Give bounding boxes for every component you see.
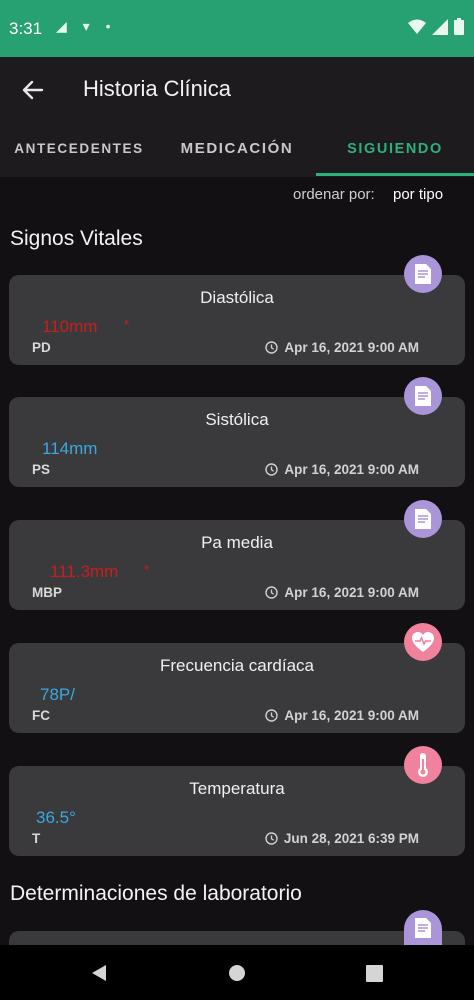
nav-recents-button[interactable]: [360, 959, 388, 987]
nav-back-button[interactable]: [85, 959, 113, 987]
tab-antecedentes[interactable]: ANTECEDENTES: [0, 123, 158, 177]
vital-card-temperature[interactable]: Temperatura 36.5° T Jun 28, 2021 6:39 PM: [9, 766, 465, 856]
card-code: FC: [32, 708, 50, 723]
alert-mark: *: [124, 317, 130, 332]
clock-icon: [265, 832, 278, 845]
signal-icon: [432, 18, 448, 35]
card-date: Apr 16, 2021 9:00 AM: [265, 708, 419, 723]
card-title: Temperatura: [189, 779, 285, 798]
vital-card-diastolic[interactable]: Diastólica 110mm * PD Apr 16, 2021 9:00 …: [9, 275, 465, 365]
card-value: 111.3mm: [50, 562, 119, 581]
card-code: PD: [32, 340, 51, 355]
clock-icon: [265, 586, 279, 599]
triangle-back-icon: [92, 965, 106, 981]
document-icon-badge[interactable]: [404, 910, 442, 945]
tab-medicacion[interactable]: MEDICACIÓN: [158, 123, 316, 177]
vital-card-mean-pressure[interactable]: Pa media 111.3mm * MBP Apr 16, 2021 9:00…: [9, 520, 465, 610]
tab-indicator: [316, 173, 474, 176]
page-title: Historia Clínica: [83, 76, 231, 101]
arrow-back-icon: [22, 80, 44, 100]
sort-row: ordenar por: por tipo: [0, 177, 474, 215]
status-notification-icons: ◢ ▾ •: [56, 18, 117, 34]
card-code: PS: [32, 462, 51, 477]
card-value: 78P/: [40, 685, 75, 704]
vital-card-systolic[interactable]: Sistólica 114mm PS Apr 16, 2021 9:00 AM: [9, 397, 465, 487]
card-date-text: Apr 16, 2021 9:00 AM: [284, 462, 419, 477]
nav-home-button[interactable]: [223, 959, 251, 987]
card-value: 110mm: [42, 317, 98, 336]
section-title-vitals: Signos Vitales: [10, 227, 143, 250]
thermometer-icon: [418, 753, 428, 777]
tab-bar: ANTECEDENTES MEDICACIÓN SIGUIENDO: [0, 123, 474, 177]
document-icon-badge[interactable]: [404, 377, 442, 415]
document-icon: [415, 264, 431, 284]
heart-pulse-icon-badge[interactable]: [404, 623, 442, 661]
document-icon: [415, 509, 431, 529]
status-system-icons: [408, 18, 464, 35]
card-title: Pa media: [201, 533, 273, 552]
card-date: Apr 16, 2021 9:00 AM: [265, 340, 419, 355]
card-date-text: Apr 16, 2021 9:00 AM: [284, 708, 419, 723]
wifi-icon: [408, 19, 426, 34]
system-nav-bar: [0, 945, 474, 1000]
document-icon-badge[interactable]: [404, 500, 442, 538]
square-recents-icon: [365, 964, 383, 982]
sort-label: ordenar por:: [293, 186, 375, 203]
back-button[interactable]: [18, 75, 48, 105]
status-time: 3:31: [9, 19, 43, 38]
battery-icon: [454, 18, 464, 35]
section-title-lab: Determinaciones de laboratorio: [10, 882, 302, 905]
card-title: Frecuencia cardíaca: [159, 656, 315, 675]
heart-pulse-icon: [412, 632, 434, 652]
card-date: Apr 16, 2021 9:00 AM: [265, 462, 419, 477]
sort-selector[interactable]: por tipo: [393, 186, 443, 203]
card-code: MBP: [32, 585, 62, 600]
clock-icon: [265, 463, 279, 476]
card-title: Sistólica: [205, 410, 269, 429]
card-date: Apr 16, 2021 9:00 AM: [265, 585, 419, 600]
card-value: 114mm: [42, 439, 98, 458]
clock-icon: [265, 341, 279, 354]
status-bar: 3:31 ◢ ▾ •: [0, 0, 474, 57]
card-date-text: Jun 28, 2021 6:39 PM: [283, 831, 419, 846]
card-title: Diastólica: [200, 288, 274, 307]
clock-icon: [265, 709, 279, 722]
app-bar: Historia Clínica: [0, 57, 474, 123]
document-icon-badge[interactable]: [404, 255, 442, 293]
alert-mark: *: [144, 562, 150, 577]
card-date-text: Apr 16, 2021 9:00 AM: [284, 585, 419, 600]
thermometer-icon-badge[interactable]: [404, 746, 442, 784]
card-date: Jun 28, 2021 6:39 PM: [265, 831, 419, 846]
lab-card-partial[interactable]: [9, 931, 465, 945]
document-icon: [415, 386, 431, 406]
circle-home-icon: [229, 965, 245, 981]
vital-card-heart-rate[interactable]: Frecuencia cardíaca 78P/ FC Apr 16, 2021…: [9, 643, 465, 733]
tab-siguiendo[interactable]: SIGUIENDO: [316, 123, 474, 177]
document-icon: [415, 918, 431, 938]
card-code: T: [32, 831, 41, 846]
card-value: 36.5°: [36, 808, 76, 827]
card-date-text: Apr 16, 2021 9:00 AM: [284, 340, 419, 355]
